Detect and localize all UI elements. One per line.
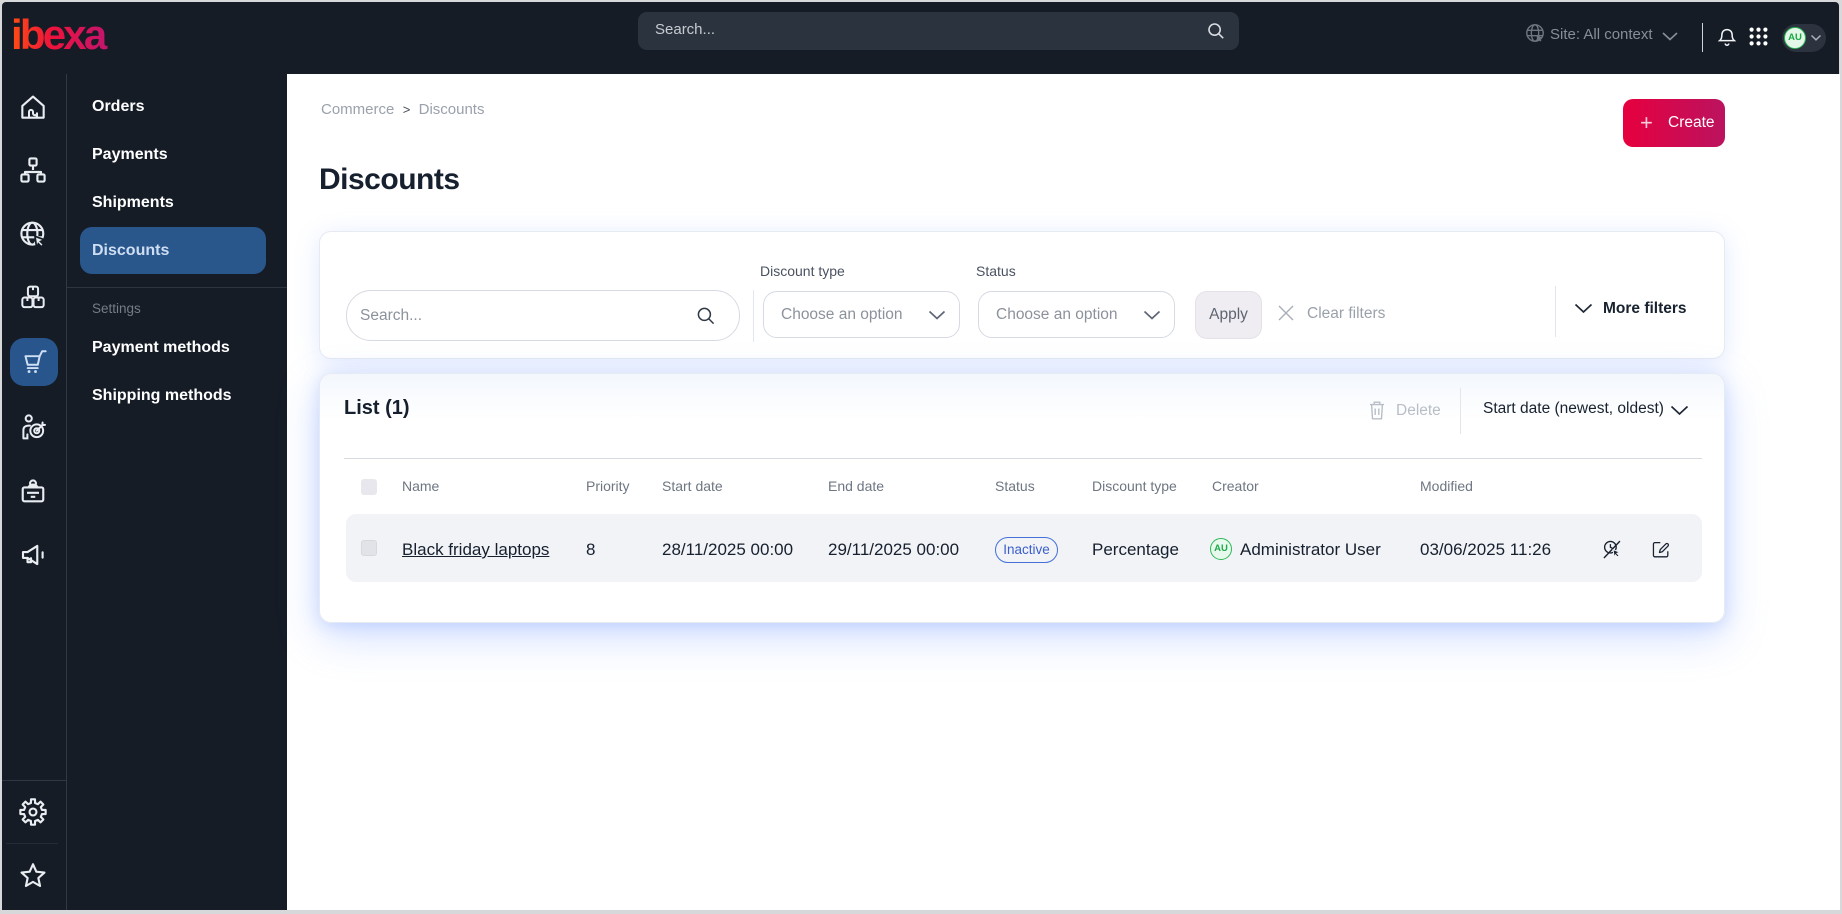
svg-text:ibexa: ibexa	[11, 12, 108, 56]
